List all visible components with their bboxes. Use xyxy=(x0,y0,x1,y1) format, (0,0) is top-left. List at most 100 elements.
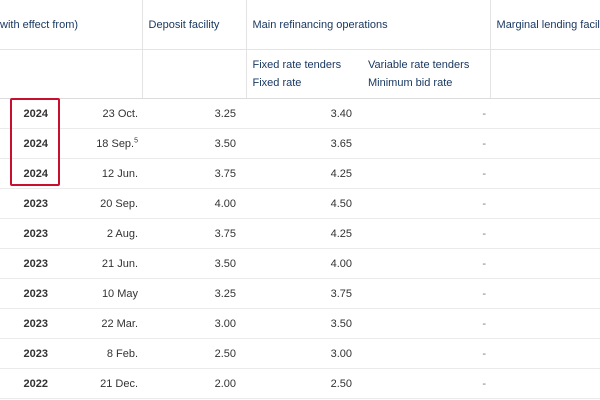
row-year: 2023 xyxy=(0,188,62,219)
table-row: 2023 10 May 3.25 3.75- xyxy=(0,278,600,309)
table-row: 2024 23 Oct. 3.25 3.40- xyxy=(0,98,600,129)
table-row: 2024 18 Sep.5 3.50 3.65- xyxy=(0,128,600,159)
row-date-text: 10 May xyxy=(101,287,139,300)
row-year: 2024 xyxy=(0,128,62,159)
row-date-text: 2 Aug. xyxy=(106,227,139,240)
row-deposit-rate: 3.75 xyxy=(142,218,247,249)
row-fixed-rate: 3.40 xyxy=(246,98,363,129)
header-date-group: with effect from) xyxy=(0,0,143,50)
header-fixed-rate-tenders: Fixed rate tenders Fixed rate xyxy=(245,49,363,99)
row-marginal-lending xyxy=(490,278,600,309)
row-year: 2024 xyxy=(0,158,62,189)
header-date-group-label: with effect from) xyxy=(0,18,79,31)
row-date: 20 Sep. xyxy=(62,188,143,219)
header-sub-marginal-empty xyxy=(489,49,600,99)
row-date: 23 Oct. xyxy=(62,98,143,129)
header-deposit-label: Deposit facility xyxy=(148,18,220,31)
row-date: 10 May xyxy=(62,278,143,309)
row-year: 2023 xyxy=(0,308,62,339)
row-fixed-rate: 3.75 xyxy=(246,278,363,309)
row-deposit-rate: 3.00 xyxy=(142,308,247,339)
row-fixed-rate: 4.50 xyxy=(246,188,363,219)
header-fixed-line2: Fixed rate xyxy=(252,77,302,89)
row-minimum-bid-rate: - xyxy=(362,368,491,399)
header-variable-line1: Variable rate tenders xyxy=(368,59,470,71)
row-year: 2023 xyxy=(0,218,62,249)
row-marginal-lending xyxy=(490,368,600,399)
header-sub-empty xyxy=(0,49,143,99)
table-row: 2022 21 Dec. 2.00 2.50- xyxy=(0,368,600,399)
table-row: 2024 12 Jun. 3.75 4.25- xyxy=(0,158,600,189)
row-fixed-rate: 4.25 xyxy=(246,218,363,249)
row-marginal-lending xyxy=(490,338,600,369)
row-marginal-lending xyxy=(490,158,600,189)
row-deposit-rate: 2.50 xyxy=(142,338,247,369)
row-year: 2024 xyxy=(0,98,62,129)
row-date-text: 20 Sep. xyxy=(100,197,139,210)
header-sub-deposit-empty xyxy=(141,49,247,99)
header-row-sub: Fixed rate tenders Fixed rate Variable r… xyxy=(0,49,600,99)
row-date: 21 Dec. xyxy=(62,368,143,399)
table-row: 2023 20 Sep. 4.00 4.50- xyxy=(0,188,600,219)
row-date-text: 21 Dec. xyxy=(100,377,139,390)
row-fixed-rate: 4.00 xyxy=(246,248,363,279)
row-fixed-rate: 3.50 xyxy=(246,308,363,339)
row-year: 2022 xyxy=(0,368,62,399)
row-minimum-bid-rate: - xyxy=(362,278,491,309)
row-year: 2023 xyxy=(0,248,62,279)
row-date: 8 Feb. xyxy=(62,338,143,369)
row-minimum-bid-rate: - xyxy=(362,128,491,159)
row-deposit-rate: 3.50 xyxy=(142,128,247,159)
row-deposit-rate: 3.25 xyxy=(142,278,247,309)
row-deposit-rate: 2.00 xyxy=(142,368,247,399)
row-date-text: 23 Oct. xyxy=(102,107,139,120)
row-marginal-lending xyxy=(490,128,600,159)
row-deposit-rate: 3.25 xyxy=(142,98,247,129)
row-date: 21 Jun. xyxy=(62,248,143,279)
header-row-top: with effect from) Deposit facility Main … xyxy=(0,0,600,50)
row-minimum-bid-rate: - xyxy=(362,338,491,369)
row-date-text: 21 Jun. xyxy=(101,257,139,270)
row-date: 18 Sep.5 xyxy=(62,128,143,159)
table-row: 2023 21 Jun. 3.50 4.00- xyxy=(0,248,600,279)
header-variable-rate-tenders: Variable rate tenders Minimum bid rate xyxy=(362,49,491,99)
row-minimum-bid-rate: - xyxy=(362,308,491,339)
header-marginal-label: Marginal lending facilit xyxy=(496,18,600,31)
row-date: 2 Aug. xyxy=(62,218,143,249)
header-variable-line2: Minimum bid rate xyxy=(368,77,453,89)
row-date-text: 12 Jun. xyxy=(101,167,139,180)
row-fixed-rate: 3.65 xyxy=(246,128,363,159)
row-year: 2023 xyxy=(0,278,62,309)
table-body: 2024 23 Oct. 3.25 3.40-2024 18 Sep.5 3.50 3.65… xyxy=(0,98,600,399)
row-date: 12 Jun. xyxy=(62,158,143,189)
row-minimum-bid-rate: - xyxy=(362,98,491,129)
row-minimum-bid-rate: - xyxy=(362,248,491,279)
header-mro-label: Main refinancing operations xyxy=(252,18,388,31)
row-date-text: 22 Mar. xyxy=(101,317,139,330)
row-minimum-bid-rate: - xyxy=(362,158,491,189)
row-date-text: 8 Feb. xyxy=(106,347,139,360)
row-year: 2023 xyxy=(0,338,62,369)
row-marginal-lending xyxy=(490,188,600,219)
header-main-refinancing: Main refinancing operations xyxy=(245,0,491,50)
row-date-footnote: 5 xyxy=(134,136,139,144)
row-date-text: 18 Sep. xyxy=(96,137,135,150)
row-deposit-rate: 3.50 xyxy=(142,248,247,279)
row-date: 22 Mar. xyxy=(62,308,143,339)
row-marginal-lending xyxy=(490,218,600,249)
header-fixed-line1: Fixed rate tenders xyxy=(252,59,342,71)
row-minimum-bid-rate: - xyxy=(362,218,491,249)
table-row: 2023 2 Aug. 3.75 4.25- xyxy=(0,218,600,249)
table-row: 2023 22 Mar. 3.00 3.50- xyxy=(0,308,600,339)
row-fixed-rate: 3.00 xyxy=(246,338,363,369)
row-fixed-rate: 4.25 xyxy=(246,158,363,189)
table-row: 2023 8 Feb. 2.50 3.00- xyxy=(0,338,600,369)
key-interest-rates-table: with effect from) Deposit facility Main … xyxy=(0,0,600,399)
header-marginal-lending: Marginal lending facilit xyxy=(489,0,600,50)
row-deposit-rate: 4.00 xyxy=(142,188,247,219)
row-marginal-lending xyxy=(490,308,600,339)
row-deposit-rate: 3.75 xyxy=(142,158,247,189)
row-minimum-bid-rate: - xyxy=(362,188,491,219)
row-marginal-lending xyxy=(490,98,600,129)
row-fixed-rate: 2.50 xyxy=(246,368,363,399)
